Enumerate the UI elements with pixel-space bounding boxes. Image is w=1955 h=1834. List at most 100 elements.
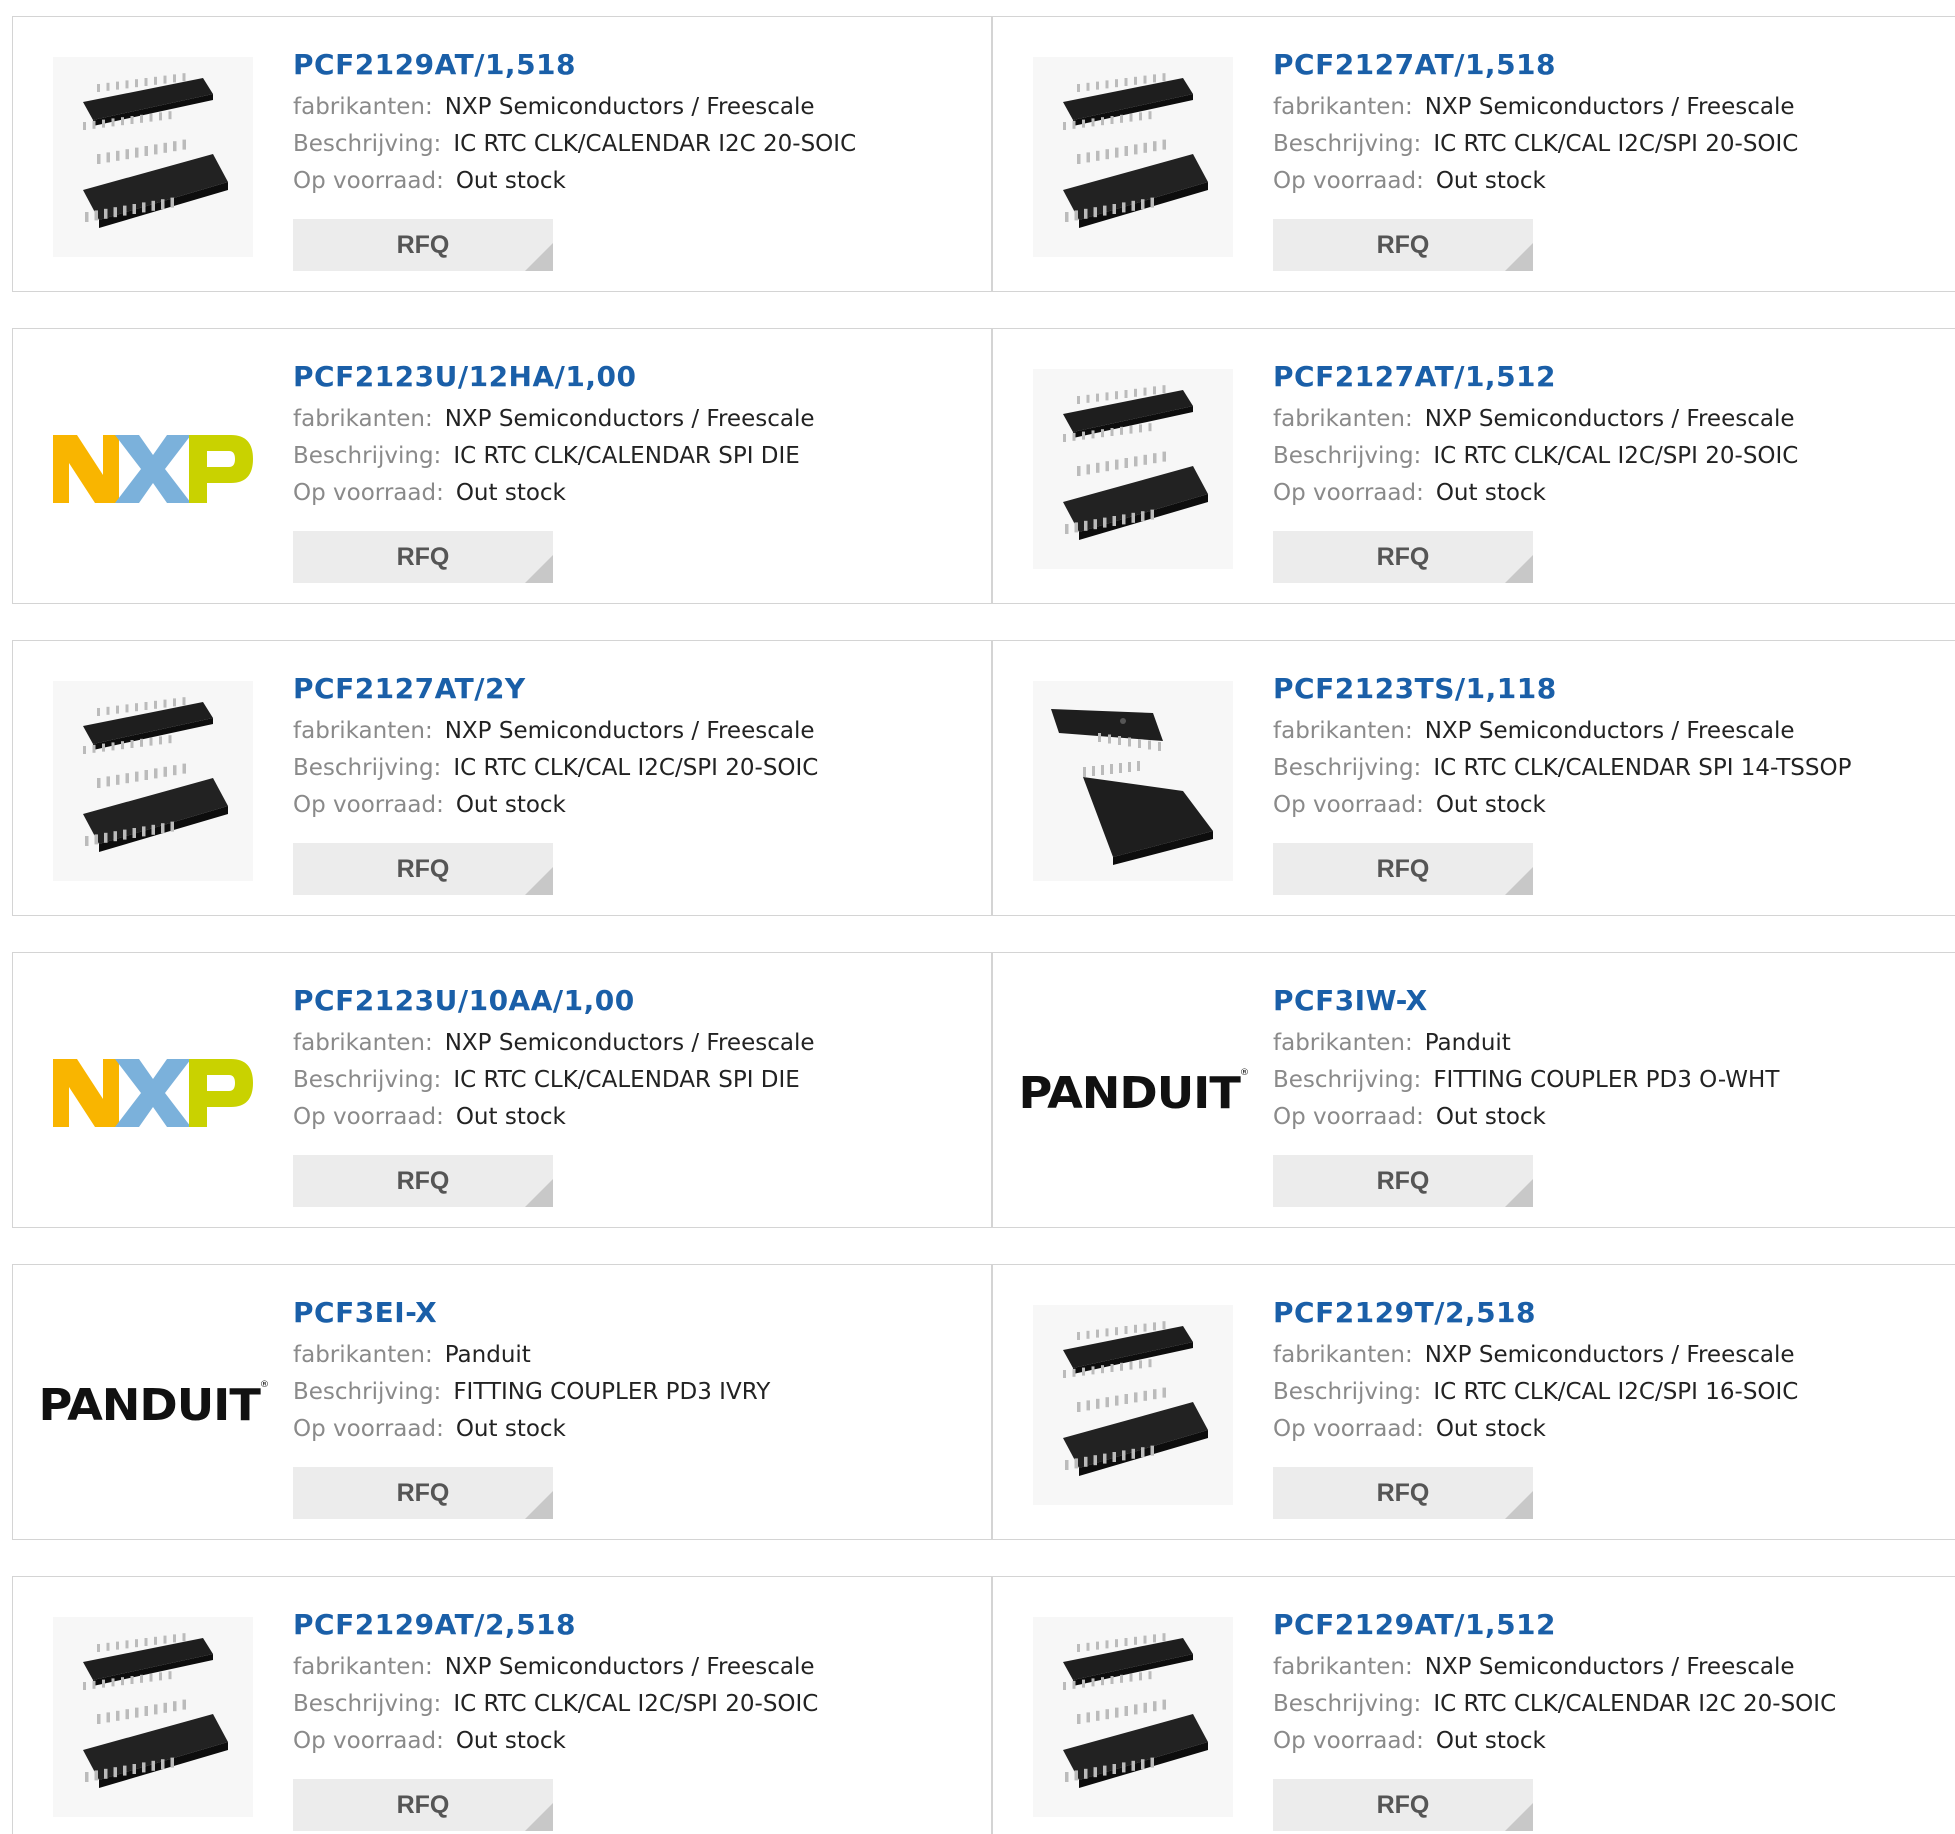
stock-label: Op voorraad: — [293, 792, 444, 818]
manufacturer-label: fabrikanten: — [293, 1342, 433, 1368]
description-row: Beschrijving: FITTING COUPLER PD3 IVRY — [293, 1374, 981, 1411]
manufacturer-row: fabrikanten: NXP Semiconductors / Freesca… — [1273, 1649, 1955, 1686]
rfq-button[interactable]: RFQ — [293, 1467, 553, 1519]
part-number-link[interactable]: PCF2129AT/1,518 — [293, 47, 576, 89]
description-row: Beschrijving: IC RTC CLK/CALENDAR I2C 20-… — [1273, 1686, 1955, 1723]
description-value: IC RTC CLK/CAL I2C/SPI 20-SOIC — [453, 755, 819, 781]
soic-chip-icon — [1063, 385, 1208, 540]
description-label: Beschrijving: — [1273, 1067, 1422, 1093]
rfq-button[interactable]: RFQ — [1273, 843, 1533, 895]
manufacturer-value: NXP Semiconductors / Freescale — [1424, 718, 1795, 744]
part-number-link[interactable]: PCF3IW-X — [1273, 983, 1428, 1025]
manufacturer-label: fabrikanten: — [293, 94, 433, 120]
stock-label: Op voorraad: — [293, 1416, 444, 1442]
corner-decoration — [1505, 1491, 1533, 1519]
description-label: Beschrijving: — [293, 1691, 442, 1717]
part-number-link[interactable]: PCF2123TS/1,118 — [1273, 671, 1557, 713]
manufacturer-row: fabrikanten: Panduit — [293, 1337, 981, 1374]
stock-label: Op voorraad: — [293, 168, 444, 194]
manufacturer-label: fabrikanten: — [293, 1654, 433, 1680]
product-image[interactable] — [53, 369, 253, 569]
description-label: Beschrijving: — [1273, 131, 1422, 157]
corner-decoration — [1505, 243, 1533, 271]
manufacturer-row: fabrikanten: NXP Semiconductors / Freesca… — [1273, 1337, 1955, 1374]
part-number-link[interactable]: PCF2123U/10AA/1,00 — [293, 983, 635, 1025]
product-image[interactable] — [1033, 57, 1233, 257]
soic-chip-icon — [83, 1633, 228, 1788]
rfq-button[interactable]: RFQ — [1273, 1155, 1533, 1207]
product-card: PCF2123U/12HA/1,00 fabrikanten: NXP Semic… — [12, 328, 992, 604]
stock-row: Op voorraad: Out stock — [293, 1099, 981, 1136]
stock-value: Out stock — [1435, 480, 1546, 506]
rfq-button[interactable]: RFQ — [293, 843, 553, 895]
rfq-button[interactable]: RFQ — [293, 1779, 553, 1831]
rfq-button[interactable]: RFQ — [1273, 219, 1533, 271]
nxp-logo-icon — [53, 435, 253, 503]
part-number-link[interactable]: PCF3EI-X — [293, 1295, 437, 1337]
part-number-link[interactable]: PCF2127AT/1,518 — [1273, 47, 1556, 89]
rfq-button[interactable]: RFQ — [1273, 1467, 1533, 1519]
stock-label: Op voorraad: — [1273, 1728, 1424, 1754]
product-image[interactable] — [53, 57, 253, 257]
rfq-button[interactable]: RFQ — [1273, 531, 1533, 583]
product-card: PCF2123U/10AA/1,00 fabrikanten: NXP Semic… — [12, 952, 992, 1228]
product-image[interactable] — [1033, 369, 1233, 569]
corner-decoration — [525, 555, 553, 583]
rfq-button[interactable]: RFQ — [293, 1155, 553, 1207]
part-number-link[interactable]: PCF2129T/2,518 — [1273, 1295, 1536, 1337]
manufacturer-value: NXP Semiconductors / Freescale — [1424, 1342, 1795, 1368]
stock-row: Op voorraad: Out stock — [1273, 1723, 1955, 1760]
description-row: Beschrijving: IC RTC CLK/CAL I2C/SPI 20-S… — [1273, 438, 1955, 475]
product-image[interactable] — [53, 993, 253, 1193]
product-image[interactable] — [1033, 681, 1233, 881]
rfq-button[interactable]: RFQ — [293, 219, 553, 271]
corner-decoration — [1505, 555, 1533, 583]
product-card: PCF2129AT/1,512 fabrikanten: NXP Semicond… — [992, 1576, 1955, 1834]
stock-value: Out stock — [1435, 792, 1546, 818]
stock-value: Out stock — [455, 1104, 566, 1130]
manufacturer-row: fabrikanten: Panduit — [1273, 1025, 1955, 1062]
stock-label: Op voorraad: — [1273, 480, 1424, 506]
description-label: Beschrijving: — [1273, 1379, 1422, 1405]
stock-label: Op voorraad: — [293, 480, 444, 506]
corner-decoration — [1505, 1803, 1533, 1831]
corner-decoration — [1505, 867, 1533, 895]
product-image[interactable]: PANDUIT® — [38, 1305, 269, 1505]
description-label: Beschrijving: — [1273, 443, 1422, 469]
manufacturer-row: fabrikanten: NXP Semiconductors / Freesca… — [293, 1649, 981, 1686]
part-number-link[interactable]: PCF2127AT/2Y — [293, 671, 526, 713]
stock-row: Op voorraad: Out stock — [293, 1723, 981, 1760]
rfq-button[interactable]: RFQ — [1273, 1779, 1533, 1831]
stock-row: Op voorraad: Out stock — [1273, 475, 1955, 512]
soic-chip-icon — [1063, 1321, 1208, 1476]
description-value: IC RTC CLK/CALENDAR SPI DIE — [453, 443, 800, 469]
product-card: PANDUIT® PCF3EI-X fabrikanten: Panduit Be… — [12, 1264, 992, 1540]
product-image[interactable] — [53, 681, 253, 881]
description-row: Beschrijving: IC RTC CLK/CALENDAR SPI 14-… — [1273, 750, 1955, 787]
part-number-link[interactable]: PCF2123U/12HA/1,00 — [293, 359, 636, 401]
part-number-link[interactable]: PCF2129AT/2,518 — [293, 1607, 576, 1649]
stock-label: Op voorraad: — [1273, 1104, 1424, 1130]
manufacturer-label: fabrikanten: — [1273, 94, 1413, 120]
description-value: IC RTC CLK/CAL I2C/SPI 20-SOIC — [1433, 443, 1799, 469]
stock-label: Op voorraad: — [293, 1728, 444, 1754]
product-image[interactable] — [1033, 1305, 1233, 1505]
product-image[interactable] — [1033, 1617, 1233, 1817]
product-image[interactable] — [53, 1617, 253, 1817]
stock-row: Op voorraad: Out stock — [1273, 787, 1955, 824]
rfq-button[interactable]: RFQ — [293, 531, 553, 583]
manufacturer-value: NXP Semiconductors / Freescale — [1424, 94, 1795, 120]
product-image[interactable]: PANDUIT® — [1018, 993, 1249, 1193]
product-info: PCF2123U/12HA/1,00 fabrikanten: NXP Semic… — [293, 359, 981, 512]
description-row: Beschrijving: IC RTC CLK/CALENDAR SPI DIE — [293, 1062, 981, 1099]
stock-row: Op voorraad: Out stock — [1273, 1411, 1955, 1448]
description-value: IC RTC CLK/CALENDAR I2C 20-SOIC — [1433, 1691, 1837, 1717]
rfq-label: RFQ — [1376, 543, 1430, 571]
part-number-link[interactable]: PCF2129AT/1,512 — [1273, 1607, 1556, 1649]
product-info: PCF2129AT/1,512 fabrikanten: NXP Semicond… — [1273, 1607, 1955, 1760]
description-label: Beschrijving: — [293, 443, 442, 469]
rfq-label: RFQ — [396, 543, 450, 571]
manufacturer-label: fabrikanten: — [1273, 1030, 1413, 1056]
part-number-link[interactable]: PCF2127AT/1,512 — [1273, 359, 1556, 401]
manufacturer-label: fabrikanten: — [293, 1030, 433, 1056]
